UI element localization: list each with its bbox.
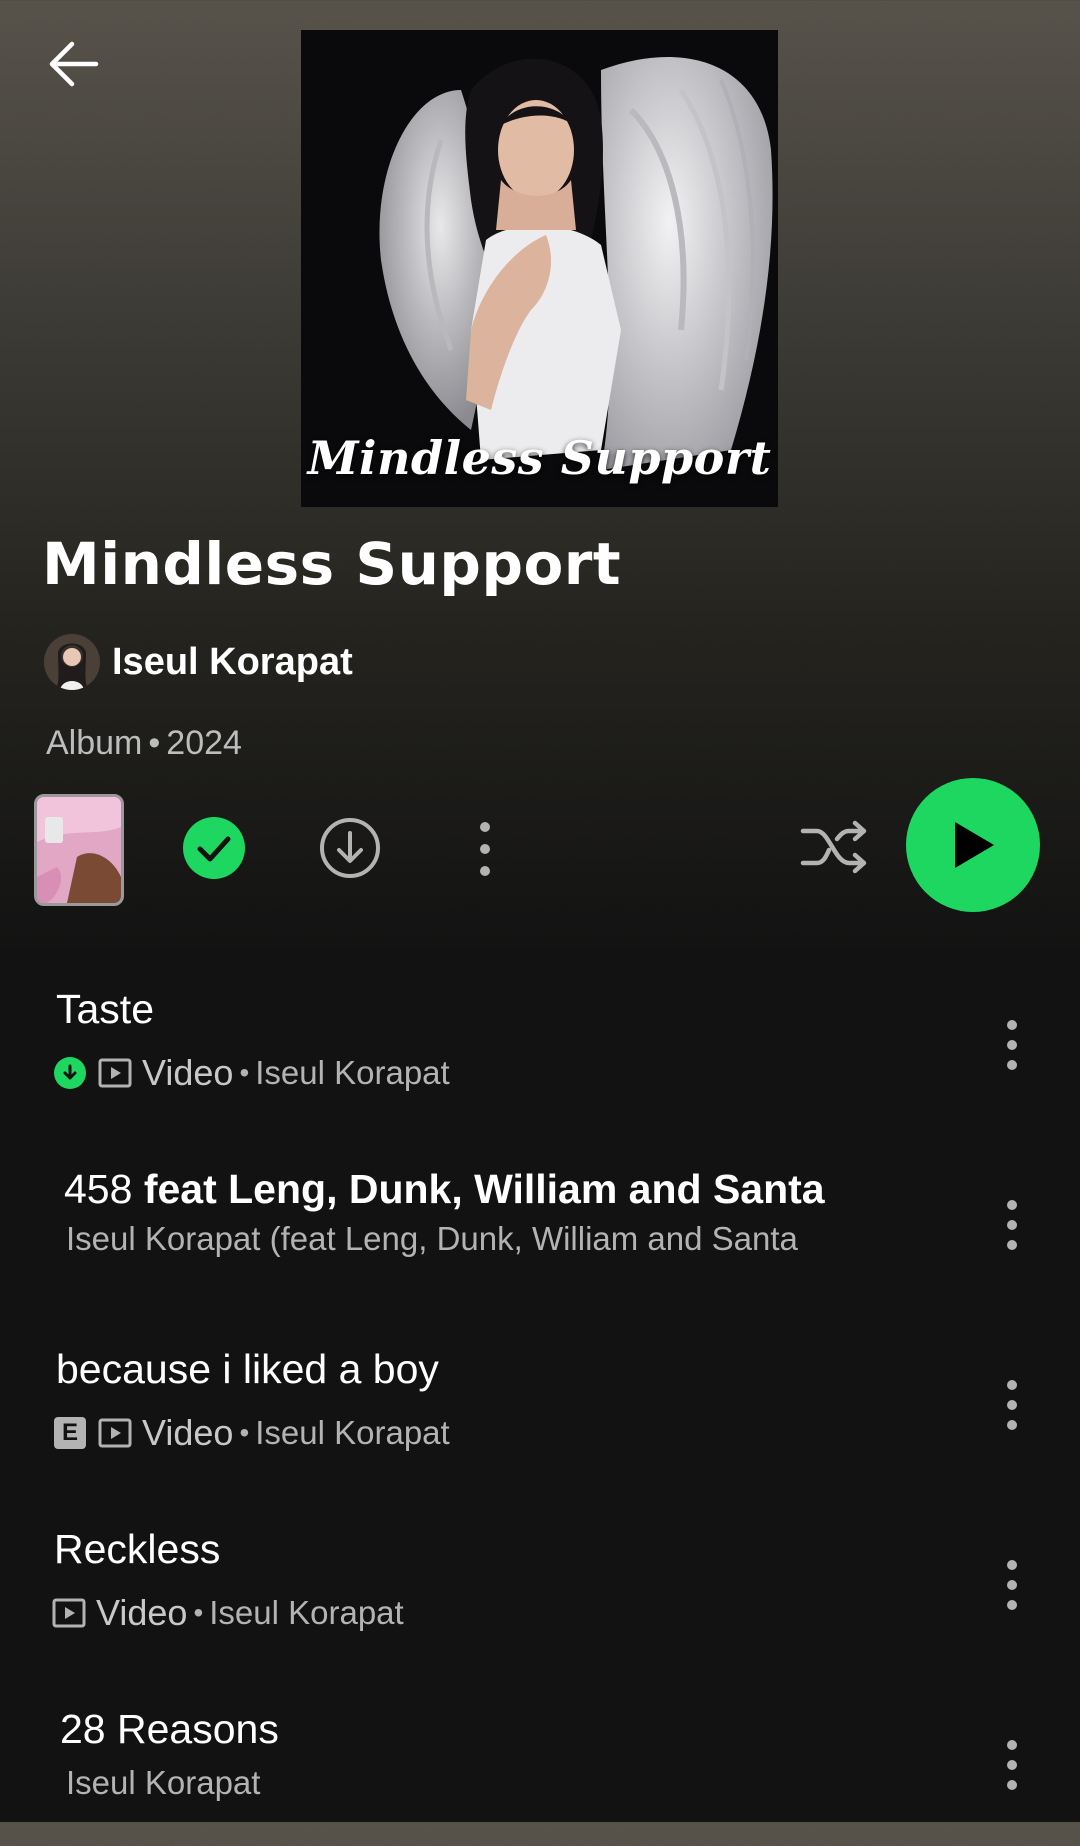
more-vertical-icon	[480, 822, 490, 876]
track-more-button[interactable]	[990, 1190, 1034, 1260]
more-options-button[interactable]	[465, 814, 505, 884]
track-subtitle: Iseul Korapat (feat Leng, Dunk, William …	[66, 1220, 798, 1257]
album-cover: Mindless Support	[301, 30, 778, 507]
video-icon	[98, 1418, 132, 1448]
more-vertical-icon	[1007, 1020, 1017, 1070]
track-title-number: 458	[64, 1166, 133, 1212]
album-type: Album	[46, 724, 143, 762]
album-controls	[0, 776, 1080, 916]
subtitle-separator: •	[239, 1417, 250, 1448]
track-subtitle: Iseul Korapat	[66, 1764, 261, 1801]
more-vertical-icon	[1007, 1740, 1017, 1790]
track-title: 458 feat Leng, Dunk, William and Santa	[64, 1166, 825, 1213]
artist-name: Iseul Korapat	[112, 640, 353, 683]
track-subtitle: E Video • Iseul Korapat	[54, 1412, 450, 1454]
download-icon	[320, 818, 380, 878]
avatar	[44, 634, 100, 690]
track-title: Taste	[56, 986, 154, 1032]
video-icon	[98, 1058, 132, 1088]
track-more-button[interactable]	[990, 1550, 1034, 1620]
track-row[interactable]: because i liked a boy E Video • Iseul Ko…	[0, 1346, 1080, 1486]
album-title: Mindless Support	[42, 530, 622, 598]
more-vertical-icon	[1007, 1380, 1017, 1430]
track-artist: Iseul Korapat	[255, 1054, 450, 1091]
subtitle-separator: •	[193, 1597, 204, 1628]
album-meta: Album • 2024	[46, 724, 242, 763]
track-more-button[interactable]	[990, 1370, 1034, 1440]
downloaded-icon	[54, 1057, 86, 1089]
track-more-button[interactable]	[990, 1730, 1034, 1800]
download-button[interactable]	[318, 816, 382, 880]
preview-thumbnail	[37, 797, 121, 903]
track-type: Video	[96, 1592, 188, 1633]
track-subtitle: Video • Iseul Korapat	[54, 1052, 450, 1094]
cover-title-text: Mindless Support	[307, 431, 772, 485]
album-year: 2024	[166, 724, 242, 762]
track-row[interactable]: Reckless Video • Iseul Korapat	[0, 1526, 1080, 1666]
track-title: 28 Reasons	[60, 1706, 279, 1752]
track-subtitle: Video • Iseul Korapat	[52, 1592, 404, 1634]
track-artist: Iseul Korapat	[209, 1594, 404, 1631]
more-vertical-icon	[1007, 1200, 1017, 1250]
artist-link[interactable]: Iseul Korapat	[44, 634, 353, 690]
track-type: Video	[142, 1412, 234, 1453]
check-circle-icon	[183, 817, 245, 879]
back-button[interactable]	[38, 28, 110, 100]
arrow-left-icon	[49, 41, 99, 87]
video-icon	[52, 1598, 86, 1628]
more-vertical-icon	[1007, 1560, 1017, 1610]
saved-button[interactable]	[182, 816, 246, 880]
preview-thumbnail-button[interactable]	[34, 794, 124, 906]
shuffle-button[interactable]	[796, 812, 872, 882]
track-row[interactable]: Taste Video • Iseul Korapat	[0, 986, 1080, 1126]
track-row[interactable]: 28 Reasons Iseul Korapat	[0, 1706, 1080, 1846]
track-title: because i liked a boy	[56, 1346, 439, 1392]
subtitle-separator: •	[239, 1057, 250, 1088]
track-row[interactable]: 458 feat Leng, Dunk, William and Santa I…	[0, 1166, 1080, 1306]
explicit-badge: E	[54, 1417, 86, 1449]
track-title-feat: feat Leng, Dunk, William and Santa	[143, 1166, 825, 1212]
track-more-button[interactable]	[990, 1010, 1034, 1080]
shuffle-icon	[800, 820, 867, 874]
meta-separator: •	[148, 724, 161, 762]
play-icon	[955, 822, 994, 868]
track-type: Video	[142, 1052, 234, 1093]
play-button[interactable]	[906, 778, 1040, 912]
track-title: Reckless	[54, 1526, 221, 1572]
track-artist: Iseul Korapat	[255, 1414, 450, 1451]
